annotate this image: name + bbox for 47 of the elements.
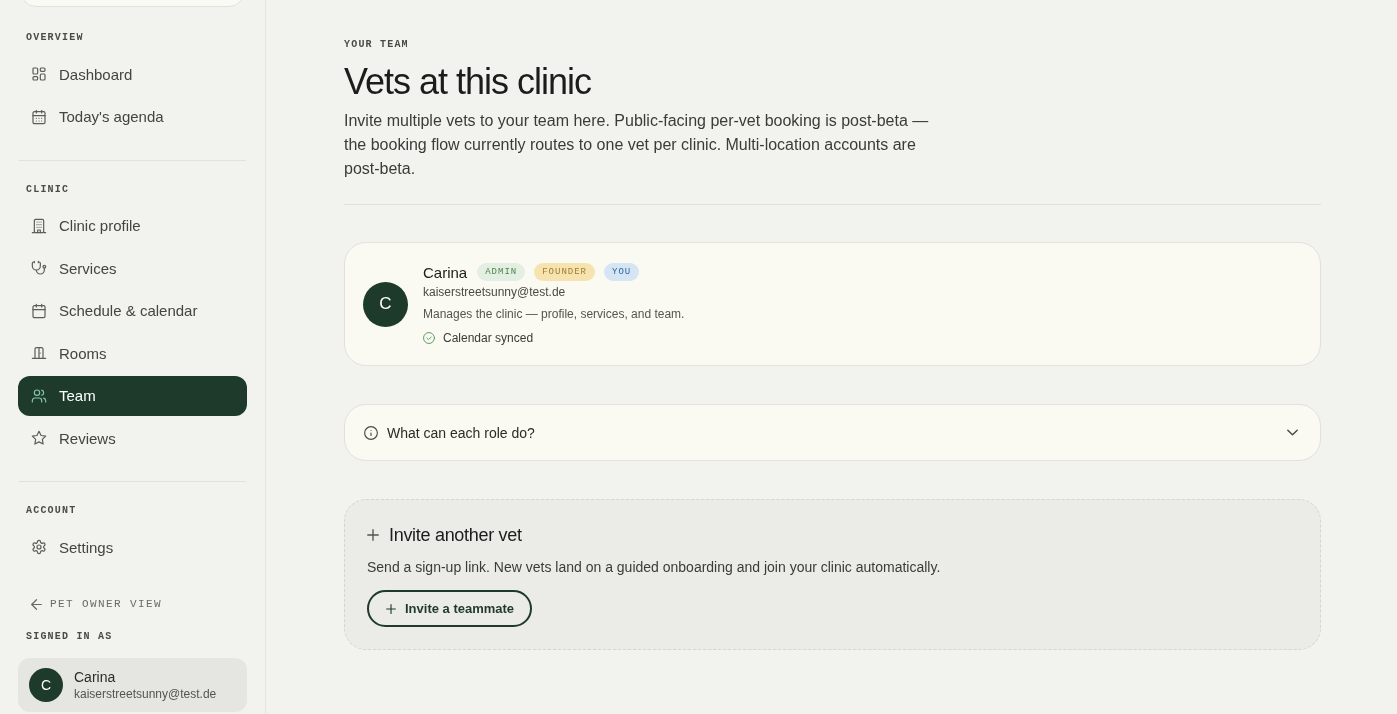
invite-title: Invite another vet	[389, 524, 522, 547]
plus-icon	[367, 529, 379, 541]
nav-item[interactable]: Rooms	[18, 333, 247, 373]
member-name: Carina	[423, 263, 468, 281]
role-badge: FOUNDER	[534, 263, 595, 281]
section-label: ACCOUNT	[25, 504, 77, 518]
nav-item[interactable]: Schedule & calendar	[18, 290, 247, 331]
star-icon	[31, 430, 47, 446]
nav-item[interactable]: Clinic profile	[18, 205, 247, 246]
nav-item[interactable]: Settings	[18, 527, 247, 567]
roles-accordion[interactable]: What can each role do?	[344, 404, 1321, 461]
page-title: Vets at this clinic	[344, 60, 592, 104]
door-icon	[31, 345, 47, 361]
building-icon	[31, 217, 47, 234]
chevron-down-icon	[1287, 427, 1298, 438]
intro-text: Invite multiple vets to your team here. Public-facing per-vet booking is post-beta — the booking flow currently routes to one vet per clinic. Multi-location accounts are post-beta.	[344, 111, 930, 179]
calendar-icon	[31, 108, 47, 125]
user-card[interactable]: C Carina kaiserstreetsunny@test.de	[18, 658, 247, 712]
nav-item[interactable]: Services	[18, 248, 247, 288]
section-label: SIGNED IN AS	[25, 630, 113, 644]
user-name: Carina	[74, 668, 117, 686]
grid-icon	[31, 66, 47, 82]
role-badge: YOU	[604, 263, 640, 281]
settings-icon	[31, 539, 47, 555]
people-icon	[31, 387, 47, 404]
nav-item[interactable]: Today's agenda	[18, 96, 247, 137]
member-description: Manages the clinic — profile, services, and team.	[423, 306, 685, 322]
user-email: kaiserstreetsunny@test.de	[74, 686, 217, 702]
nav-item[interactable]: Reviews	[18, 418, 247, 458]
info-icon	[364, 425, 378, 440]
stethoscope-icon	[31, 260, 47, 276]
nav-item[interactable]: Dashboard	[18, 54, 247, 94]
back-link[interactable]: PET OWNER VIEW	[18, 597, 162, 611]
calendar-icon	[31, 302, 47, 319]
nav-item[interactable]: Team	[18, 375, 247, 416]
section-label: OVERVIEW	[25, 31, 84, 45]
invite-button[interactable]: Invite a teammate	[367, 590, 533, 627]
member-avatar: C	[363, 281, 408, 327]
invite-description: Send a sign-up link. New vets land on a guided onboarding and join your clinic automatically.	[367, 558, 941, 577]
eyebrow-label: YOUR TEAM	[344, 38, 409, 52]
arrow-left-icon	[31, 598, 42, 610]
section-label: CLINIC	[25, 182, 70, 197]
plus-icon	[386, 603, 396, 614]
avatar: C	[29, 668, 63, 702]
calendar-status: Calendar synced	[443, 331, 534, 345]
member-email: kaiserstreetsunny@test.de	[423, 284, 566, 300]
role-badge: ADMIN	[477, 263, 526, 281]
